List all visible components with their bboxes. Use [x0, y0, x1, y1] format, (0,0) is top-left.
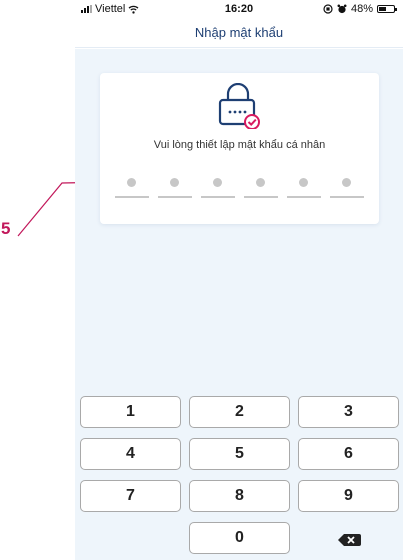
annotation-number: 5 — [1, 219, 11, 238]
key-5[interactable]: 5 — [189, 438, 290, 470]
pin-dot — [170, 178, 179, 187]
status-right: 48% — [323, 3, 397, 15]
pin-underline — [287, 196, 321, 198]
key-7[interactable]: 7 — [80, 480, 181, 512]
battery-icon — [377, 5, 397, 13]
pin-slot[interactable] — [201, 176, 235, 200]
pin-dot — [256, 178, 265, 187]
key-4[interactable]: 4 — [80, 438, 181, 470]
battery-percent: 48% — [350, 3, 373, 15]
pin-underline — [244, 196, 278, 198]
password-prompt: Vui lòng thiết lập mật khẩu cá nhân — [153, 139, 326, 151]
pin-underline — [201, 196, 235, 198]
screen-rotation-lock-icon — [323, 4, 333, 14]
pin-slot[interactable] — [115, 176, 149, 200]
key-1[interactable]: 1 — [80, 396, 181, 428]
pin-underline — [330, 196, 364, 198]
key-3[interactable]: 3 — [298, 396, 399, 428]
pin-slot[interactable] — [287, 176, 321, 200]
pin-dot — [299, 178, 308, 187]
pin-dot — [127, 178, 136, 187]
pin-underline — [158, 196, 192, 198]
phone-screen: Viettel 16:20 48% Nhập mật khẩu Vui lòng… — [75, 0, 403, 560]
backspace-icon[interactable] — [335, 531, 363, 549]
key-0[interactable]: 0 — [189, 522, 290, 554]
header-bar: Nhập mật khẩu — [75, 18, 403, 48]
pin-slot[interactable] — [330, 176, 364, 200]
pin-underline — [115, 196, 149, 198]
key-9[interactable]: 9 — [298, 480, 399, 512]
pin-dot — [213, 178, 222, 187]
status-bar: Viettel 16:20 48% — [75, 0, 403, 18]
password-card: Vui lòng thiết lập mật khẩu cá nhân — [100, 73, 379, 224]
alarm-icon — [337, 4, 347, 14]
pin-dot — [342, 178, 351, 187]
key-2[interactable]: 2 — [189, 396, 290, 428]
key-8[interactable]: 8 — [189, 480, 290, 512]
key-6[interactable]: 6 — [298, 438, 399, 470]
pin-slot[interactable] — [158, 176, 192, 200]
pin-slot[interactable] — [244, 176, 278, 200]
lock-icon — [218, 83, 260, 129]
page-title: Nhập mật khẩu — [194, 25, 284, 40]
